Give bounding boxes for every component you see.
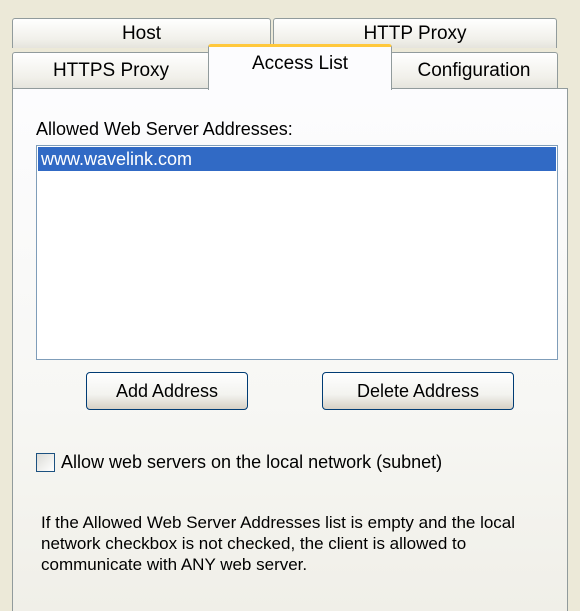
access-list-info-text: If the Allowed Web Server Addresses list…: [41, 513, 516, 574]
delete-address-button[interactable]: Delete Address: [322, 372, 514, 410]
local-network-checkbox-label[interactable]: Allow web servers on the local network (…: [61, 452, 442, 473]
tab-access-list[interactable]: Access List: [208, 44, 392, 90]
tab-configuration[interactable]: Configuration: [390, 52, 558, 88]
add-address-button[interactable]: Add Address: [86, 372, 248, 410]
tab-https-proxy[interactable]: HTTPS Proxy: [12, 52, 210, 88]
list-item[interactable]: www.wavelink.com: [38, 147, 556, 171]
access-list-panel: Allowed Web Server Addresses: www.waveli…: [12, 88, 568, 611]
tab-host-label: Host: [121, 22, 162, 44]
local-network-checkbox[interactable]: [36, 453, 55, 472]
allowed-addresses-listbox[interactable]: www.wavelink.com: [36, 145, 558, 360]
allowed-addresses-label: Allowed Web Server Addresses:: [36, 119, 293, 139]
tab-https-proxy-label: HTTPS Proxy: [52, 59, 170, 81]
tab-configuration-label: Configuration: [417, 59, 531, 81]
tab-http-proxy-label: HTTP Proxy: [363, 22, 467, 44]
properties-dialog: Host HTTP Proxy HTTPS Proxy Access List …: [0, 0, 580, 611]
tab-access-list-label: Access List: [251, 53, 349, 74]
